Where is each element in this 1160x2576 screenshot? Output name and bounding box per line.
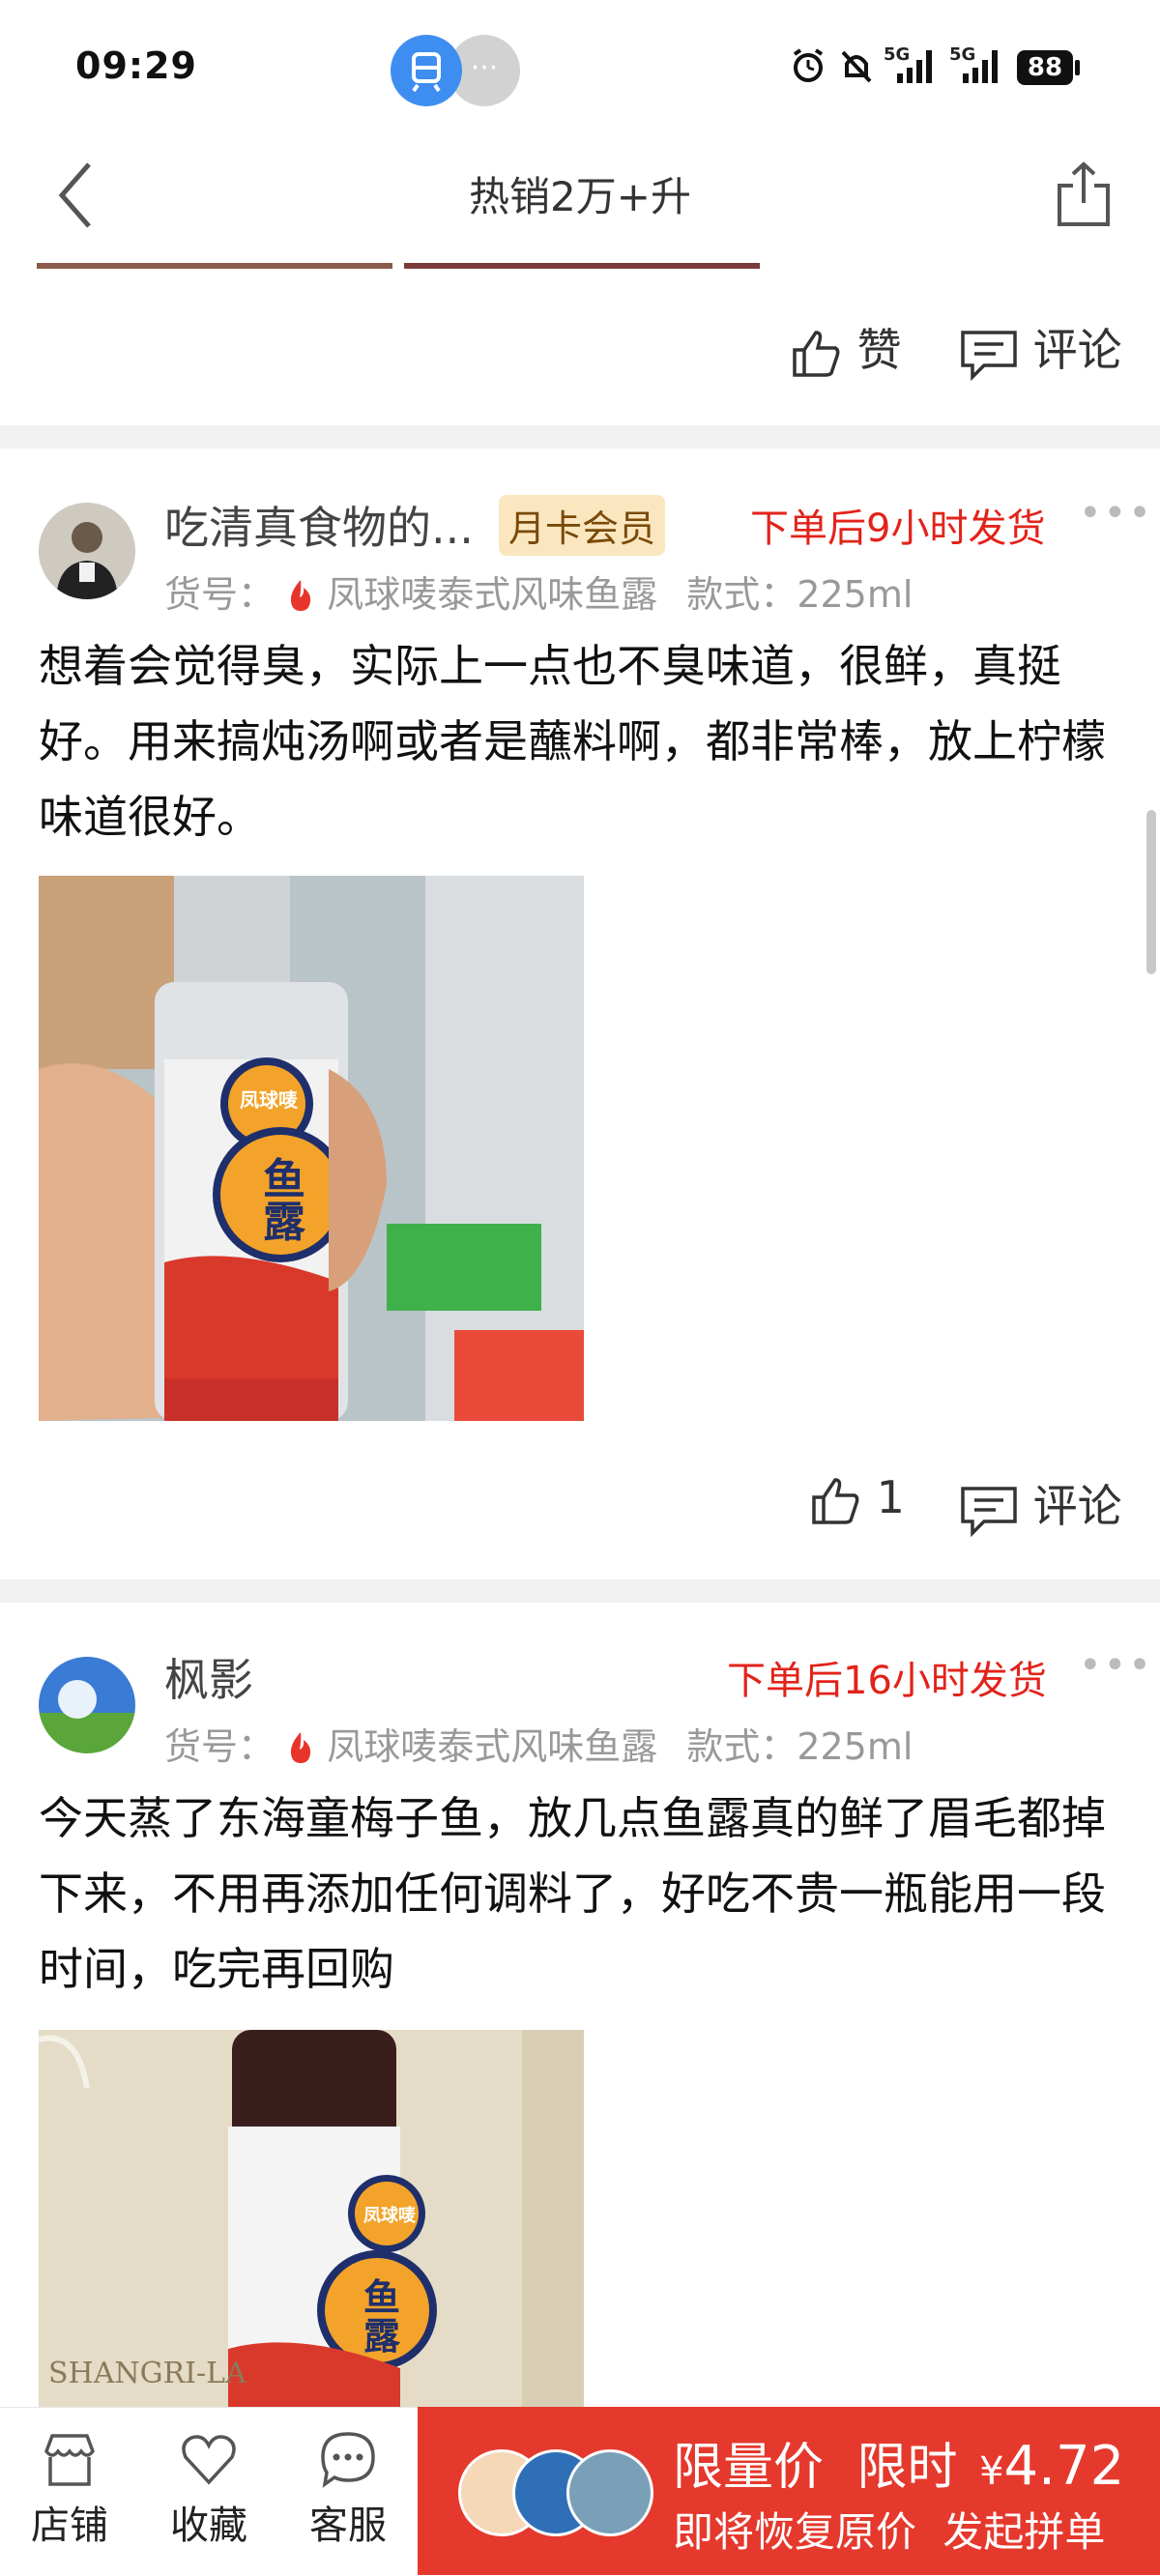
member-badge: 月卡会员	[499, 495, 666, 556]
thumbs-up-icon	[793, 330, 840, 377]
product-label: 货号：	[164, 1725, 276, 1768]
product-label: 货号：	[164, 573, 276, 616]
comment-label: 评论	[1032, 1480, 1122, 1532]
group-buy-button[interactable]: 限量价 限时 ¥4.72 即将恢复原价 发起拼单	[418, 2407, 1160, 2575]
store-button[interactable]: 店铺	[12, 2428, 128, 2550]
photo-title-text-2: 露	[363, 2315, 401, 2358]
spec-label: 款式：	[686, 573, 798, 616]
shipping-status: 下单后9小时发货	[750, 507, 1046, 551]
mute-icon	[837, 46, 876, 89]
avatar[interactable]	[39, 503, 135, 599]
product-name: 凤球唛泰式风味鱼露	[327, 573, 658, 616]
comment-button[interactable]: 评论	[959, 315, 1122, 381]
scrollbar[interactable]	[1146, 810, 1156, 974]
review-text: 今天蒸了东海童梅子鱼，放几点鱼露真的鲜了眉毛都掉下来，不用再添加任何调料了，好吃…	[39, 1792, 1106, 1995]
favorite-button[interactable]: 收藏	[151, 2428, 267, 2550]
battery-tip	[1075, 60, 1080, 75]
comment-label: 评论	[1032, 324, 1122, 376]
battery-indicator: 88	[1017, 50, 1073, 85]
comment-button[interactable]: 评论	[959, 1471, 1122, 1537]
like-label: 赞	[856, 324, 902, 376]
photo-brand-text: 凤球唛	[240, 1088, 298, 1112]
share-button[interactable]	[1054, 160, 1114, 232]
store-label: 店铺	[31, 2504, 108, 2548]
signal-icon-1: 5G	[884, 44, 942, 91]
avatar[interactable]	[39, 1657, 135, 1753]
more-options-icon[interactable]: •••	[1079, 1643, 1153, 1688]
like-button[interactable]: 赞	[789, 315, 902, 381]
spec-value: 225ml	[797, 573, 914, 616]
review-text: 想着会觉得臭，实际上一点也不臭味道，很鲜，真挺好。用来搞炖汤啊或者是蘸料啊，都非…	[39, 640, 1106, 843]
like-count: 1	[876, 1471, 905, 1523]
photo-title-text-2: 露	[263, 1198, 305, 1247]
spec-label: 款式：	[686, 1725, 798, 1768]
status-time: 09:29	[75, 44, 197, 87]
shipping-status: 下单后16小时发货	[727, 1659, 1047, 1703]
fire-icon	[286, 1725, 327, 1768]
comment-icon	[961, 330, 1017, 381]
customer-service-button[interactable]: 客服	[290, 2428, 406, 2550]
product-info: 货号： 凤球唛泰式风味鱼露 款式：225ml	[164, 564, 913, 618]
product-info: 货号： 凤球唛泰式风味鱼露 款式：225ml	[164, 1717, 913, 1770]
promo-sub-line: 即将恢复原价 发起拼单	[673, 2500, 1105, 2559]
reviewer-name[interactable]: 吃清真食物的...	[164, 493, 474, 557]
fire-icon	[286, 573, 327, 616]
alarm-icon	[789, 46, 827, 89]
previous-review-photo[interactable]	[37, 263, 392, 269]
chat-icon	[321, 2432, 375, 2488]
status-bar: 09:29 ··· 5G 5G 88	[0, 0, 1160, 135]
buyer-avatar	[566, 2449, 653, 2536]
section-divider	[0, 425, 1160, 449]
network-type-2: 5G	[949, 44, 976, 65]
page-title: 热销2万+升	[469, 173, 691, 220]
promo-currency: ¥	[979, 2449, 1004, 2494]
review-photo[interactable]: 凤球唛 鱼 露 SHANGRI-LA	[39, 2030, 584, 2407]
section-divider	[0, 1579, 1160, 1603]
favorite-label: 收藏	[170, 2504, 247, 2548]
spec-value: 225ml	[797, 1725, 914, 1768]
review-photo[interactable]: 凤球唛 鱼 露	[39, 876, 584, 1421]
store-icon	[44, 2434, 95, 2486]
like-button[interactable]: 1	[808, 1471, 905, 1528]
comment-icon	[961, 1486, 1017, 1537]
promo-price-line: 限量价 限时 ¥4.72	[673, 2426, 1124, 2499]
promo-action: 发起拼单	[942, 2508, 1106, 2556]
promo-sub: 即将恢复原价	[673, 2508, 917, 2556]
photo-hotel-text: SHANGRI-LA	[48, 2357, 246, 2390]
service-label: 客服	[309, 2504, 387, 2548]
more-options-icon[interactable]: •••	[1079, 491, 1153, 535]
network-type-1: 5G	[884, 44, 911, 65]
thumbs-up-icon	[812, 1477, 859, 1524]
previous-review-photo[interactable]	[404, 263, 760, 269]
promo-price: 4.72	[1003, 2435, 1125, 2498]
promo-label: 限量价	[673, 2439, 825, 2497]
transit-app-icon[interactable]	[391, 35, 462, 106]
photo-brand-text: 凤球唛	[363, 2206, 416, 2226]
reviewer-name[interactable]: 枫影	[164, 1645, 253, 1709]
promo-time: 限时	[856, 2439, 958, 2497]
signal-icon-2: 5G	[949, 44, 1007, 91]
heart-icon	[182, 2435, 236, 2485]
product-name: 凤球唛泰式风味鱼露	[327, 1725, 658, 1768]
